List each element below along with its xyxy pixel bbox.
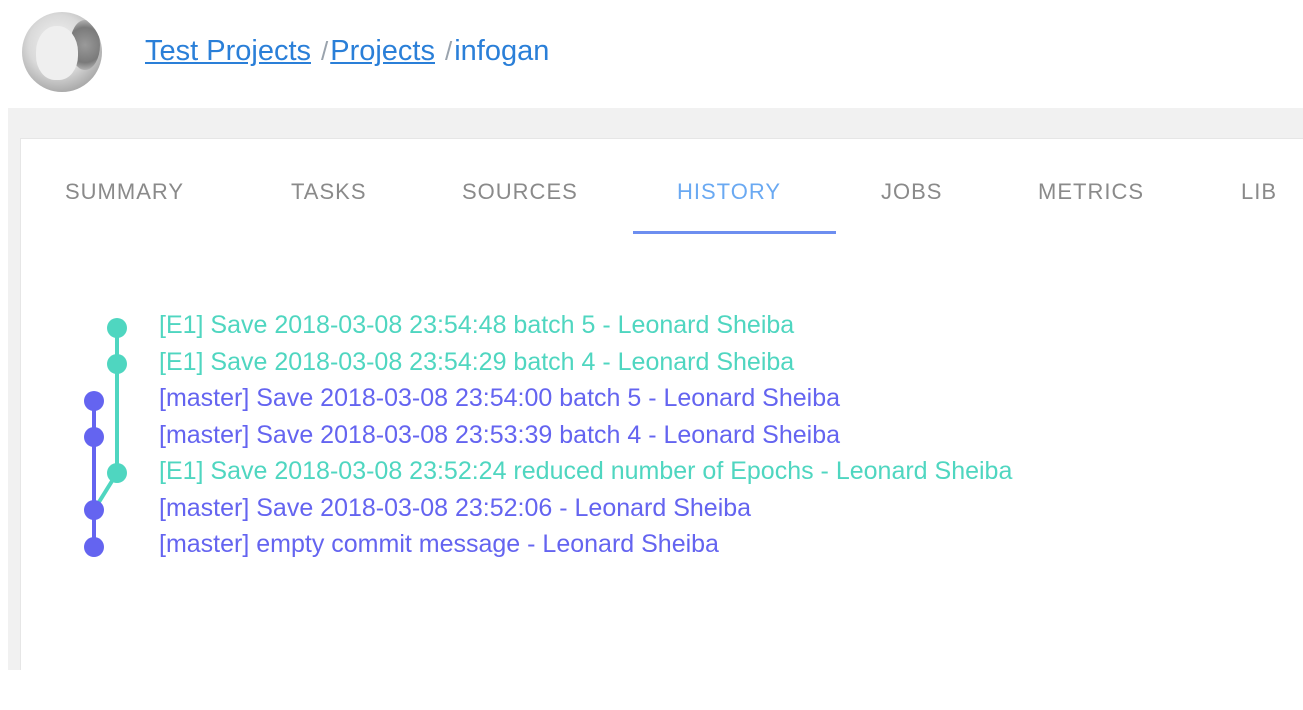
avatar[interactable] bbox=[22, 12, 102, 92]
breadcrumb-separator: / bbox=[321, 36, 329, 66]
breadcrumb-separator: / bbox=[445, 36, 453, 66]
commit-entry[interactable]: [E1] Save 2018-03-08 23:54:29 batch 4 - … bbox=[159, 344, 1012, 381]
tab-bar: SUMMARY TASKS SOURCES HISTORY JOBS METRI… bbox=[21, 139, 1303, 235]
tab-history[interactable]: HISTORY bbox=[677, 179, 781, 205]
commit-entry[interactable]: [E1] Save 2018-03-08 23:52:24 reduced nu… bbox=[159, 453, 1012, 490]
breadcrumb-link-projects[interactable]: Projects bbox=[330, 35, 435, 67]
commit-dot-master bbox=[84, 537, 104, 557]
tab-lib[interactable]: LIB bbox=[1241, 179, 1277, 205]
commit-graph bbox=[84, 318, 127, 557]
commit-dot-e1 bbox=[107, 318, 127, 338]
commit-dot-e1 bbox=[107, 354, 127, 374]
commit-dot-master bbox=[84, 427, 104, 447]
commit-dot-e1 bbox=[107, 463, 127, 483]
commit-entry[interactable]: [master] Save 2018-03-08 23:54:00 batch … bbox=[159, 380, 1012, 417]
page-header: Test Projects/Projects/infogan bbox=[0, 0, 1303, 108]
breadcrumb-current: infogan bbox=[454, 35, 550, 67]
avatar-face bbox=[36, 26, 78, 80]
tab-summary[interactable]: SUMMARY bbox=[65, 179, 184, 205]
commit-entry[interactable]: [master] empty commit message - Leonard … bbox=[159, 526, 1012, 563]
breadcrumb: Test Projects/Projects/infogan bbox=[145, 32, 549, 70]
project-panel: SUMMARY TASKS SOURCES HISTORY JOBS METRI… bbox=[20, 138, 1303, 671]
page-footer-space bbox=[0, 670, 1303, 710]
commit-entry[interactable]: [E1] Save 2018-03-08 23:54:48 batch 5 - … bbox=[159, 307, 1012, 344]
commit-entry[interactable]: [master] Save 2018-03-08 23:52:06 - Leon… bbox=[159, 490, 1012, 527]
tab-metrics[interactable]: METRICS bbox=[1038, 179, 1144, 205]
tab-sources[interactable]: SOURCES bbox=[462, 179, 578, 205]
commit-dot-master bbox=[84, 500, 104, 520]
tab-jobs[interactable]: JOBS bbox=[881, 179, 942, 205]
commit-entry[interactable]: [master] Save 2018-03-08 23:53:39 batch … bbox=[159, 417, 1012, 454]
breadcrumb-link-test-projects[interactable]: Test Projects bbox=[145, 35, 311, 67]
tab-tasks[interactable]: TASKS bbox=[291, 179, 367, 205]
commit-list: [E1] Save 2018-03-08 23:54:48 batch 5 - … bbox=[159, 307, 1012, 563]
commit-dot-master bbox=[84, 391, 104, 411]
active-tab-indicator bbox=[633, 231, 836, 234]
